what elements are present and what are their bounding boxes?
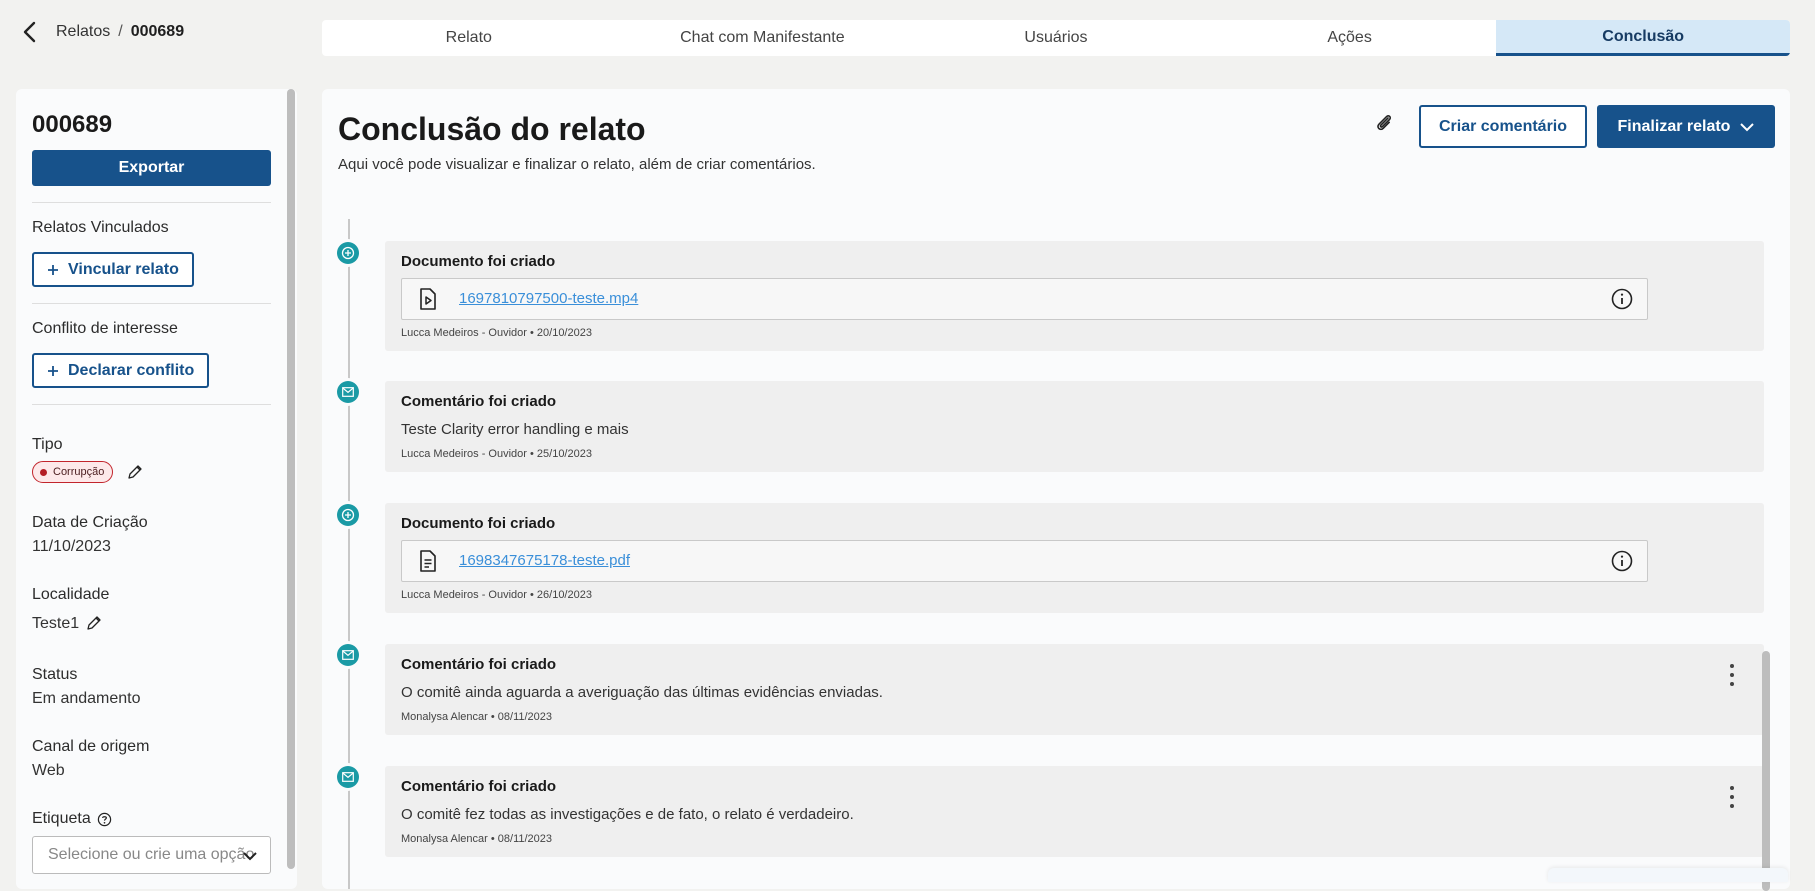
finalize-report-button[interactable]: Finalizar relato bbox=[1597, 105, 1775, 148]
timeline-item-document: Documento foi criado 1697810797500-teste… bbox=[385, 241, 1764, 351]
timeline-item-meta: Lucca Medeiros - Ouvidor • 20/10/2023 bbox=[401, 327, 592, 339]
chevron-down-icon bbox=[243, 852, 257, 861]
type-badge-text: Corrupção bbox=[53, 466, 105, 478]
page-subtitle: Aqui você pode visualizar e finalizar o … bbox=[338, 156, 816, 173]
timeline-line bbox=[348, 219, 350, 889]
page-title: Conclusão do relato bbox=[338, 111, 646, 147]
file-attachment: 1697810797500-teste.mp4 bbox=[401, 278, 1648, 320]
timeline-item-meta: Monalysa Alencar • 08/11/2023 bbox=[401, 833, 553, 845]
conflict-label: Conflito de interesse bbox=[32, 320, 178, 337]
divider bbox=[32, 202, 271, 203]
sidebar: 000689 Exportar Relatos Vinculados Vincu… bbox=[16, 89, 297, 889]
timeline-item-document: Documento foi criado 1698347675178-teste… bbox=[385, 503, 1764, 613]
export-button[interactable]: Exportar bbox=[32, 150, 271, 186]
video-file-icon bbox=[420, 288, 436, 310]
timeline-item-title: Comentário foi criado bbox=[401, 656, 557, 673]
breadcrumb-root[interactable]: Relatos bbox=[56, 23, 110, 40]
channel-value: Web bbox=[32, 762, 65, 779]
created-date-value: 11/10/2023 bbox=[32, 538, 111, 555]
main-panel: Conclusão do relato Aqui você pode visua… bbox=[322, 89, 1790, 889]
status-label: Status bbox=[32, 666, 78, 683]
location-value: Teste1 bbox=[32, 615, 80, 632]
badge-dot-icon bbox=[40, 468, 47, 476]
tab-acoes[interactable]: Ações bbox=[1203, 20, 1497, 56]
declare-conflict-button[interactable]: Declarar conflito bbox=[32, 353, 210, 388]
floating-widget[interactable] bbox=[1548, 868, 1788, 882]
chevron-down-icon bbox=[1740, 122, 1755, 131]
help-circle-icon[interactable] bbox=[97, 812, 112, 827]
attachment-paperclip-icon[interactable] bbox=[1372, 111, 1396, 135]
mail-icon bbox=[337, 644, 359, 666]
timeline-item-meta: Lucca Medeiros - Ouvidor • 25/10/2023 bbox=[401, 448, 592, 460]
created-date-label: Data de Criação bbox=[32, 514, 148, 531]
mail-icon bbox=[337, 766, 359, 788]
more-options-icon[interactable] bbox=[1728, 786, 1736, 808]
tab-chat[interactable]: Chat com Manifestante bbox=[616, 20, 910, 56]
type-badge: Corrupção bbox=[32, 461, 114, 483]
mail-icon bbox=[337, 381, 359, 403]
location-label: Localidade bbox=[32, 586, 110, 603]
timeline-item-comment: Comentário foi criado O comitê fez todas… bbox=[385, 766, 1764, 857]
breadcrumb-separator: / bbox=[118, 23, 123, 40]
back-arrow-icon[interactable] bbox=[18, 20, 40, 44]
tag-label: Etiqueta bbox=[32, 810, 91, 827]
file-attachment: 1698347675178-teste.pdf bbox=[401, 540, 1648, 582]
divider bbox=[32, 404, 271, 405]
breadcrumb-current: 000689 bbox=[130, 23, 185, 40]
plus-icon bbox=[48, 365, 58, 376]
plus-icon bbox=[48, 264, 58, 275]
divider bbox=[32, 303, 271, 304]
tab-relato[interactable]: Relato bbox=[322, 20, 616, 56]
finalize-report-label: Finalizar relato bbox=[1617, 117, 1731, 135]
info-icon[interactable] bbox=[1611, 550, 1633, 572]
file-link[interactable]: 1698347675178-teste.pdf bbox=[459, 552, 630, 569]
link-report-label: Vincular relato bbox=[68, 260, 179, 278]
tab-conclusao[interactable]: Conclusão bbox=[1496, 20, 1790, 56]
timeline-item-comment: Comentário foi criado Teste Clarity erro… bbox=[385, 381, 1764, 472]
file-link[interactable]: 1697810797500-teste.mp4 bbox=[459, 290, 638, 307]
timeline-item-title: Documento foi criado bbox=[401, 253, 556, 270]
timeline-item-meta: Lucca Medeiros - Ouvidor • 26/10/2023 bbox=[401, 589, 592, 601]
report-id: 000689 bbox=[32, 111, 113, 138]
status-value: Em andamento bbox=[32, 690, 141, 707]
tag-select[interactable]: Selecione ou crie uma opção bbox=[32, 836, 271, 874]
plus-circle-icon bbox=[337, 242, 359, 264]
timeline-item-title: Comentário foi criado bbox=[401, 778, 557, 795]
comment-text: O comitê ainda aguarda a averiguação das… bbox=[401, 684, 883, 701]
tag-label-row: Etiqueta bbox=[32, 810, 112, 828]
breadcrumb: Relatos / 000689 bbox=[56, 23, 184, 41]
link-report-button[interactable]: Vincular relato bbox=[32, 252, 194, 287]
plus-circle-icon bbox=[337, 504, 359, 526]
comment-text: O comitê fez todas as investigações e de… bbox=[401, 806, 854, 823]
main-scrollbar[interactable] bbox=[1762, 651, 1770, 891]
document-file-icon bbox=[420, 550, 436, 572]
top-bar: Relatos / 000689 Relato Chat com Manifesta… bbox=[0, 0, 1815, 70]
tab-bar: Relato Chat com Manifestante Usuários Aç… bbox=[322, 20, 1790, 56]
timeline-item-title: Comentário foi criado bbox=[401, 393, 557, 410]
timeline-item-meta: Monalysa Alencar • 08/11/2023 bbox=[401, 711, 553, 723]
info-icon[interactable] bbox=[1611, 288, 1633, 310]
sidebar-scrollbar[interactable] bbox=[287, 89, 295, 869]
timeline-item-title: Documento foi criado bbox=[401, 515, 556, 532]
edit-type-pencil-icon[interactable] bbox=[127, 464, 143, 480]
more-options-icon[interactable] bbox=[1728, 664, 1736, 686]
channel-label: Canal de origem bbox=[32, 738, 150, 755]
create-comment-button[interactable]: Criar comentário bbox=[1419, 105, 1587, 148]
comment-text: Teste Clarity error handling e mais bbox=[401, 421, 629, 438]
linked-reports-label: Relatos Vinculados bbox=[32, 219, 169, 236]
timeline-item-comment: Comentário foi criado O comitê ainda agu… bbox=[385, 644, 1764, 735]
type-label: Tipo bbox=[32, 436, 63, 453]
tab-usuarios[interactable]: Usuários bbox=[909, 20, 1203, 56]
edit-location-pencil-icon[interactable] bbox=[86, 615, 102, 631]
declare-conflict-label: Declarar conflito bbox=[68, 361, 195, 379]
tag-select-placeholder: Selecione ou crie uma opção bbox=[48, 846, 255, 863]
